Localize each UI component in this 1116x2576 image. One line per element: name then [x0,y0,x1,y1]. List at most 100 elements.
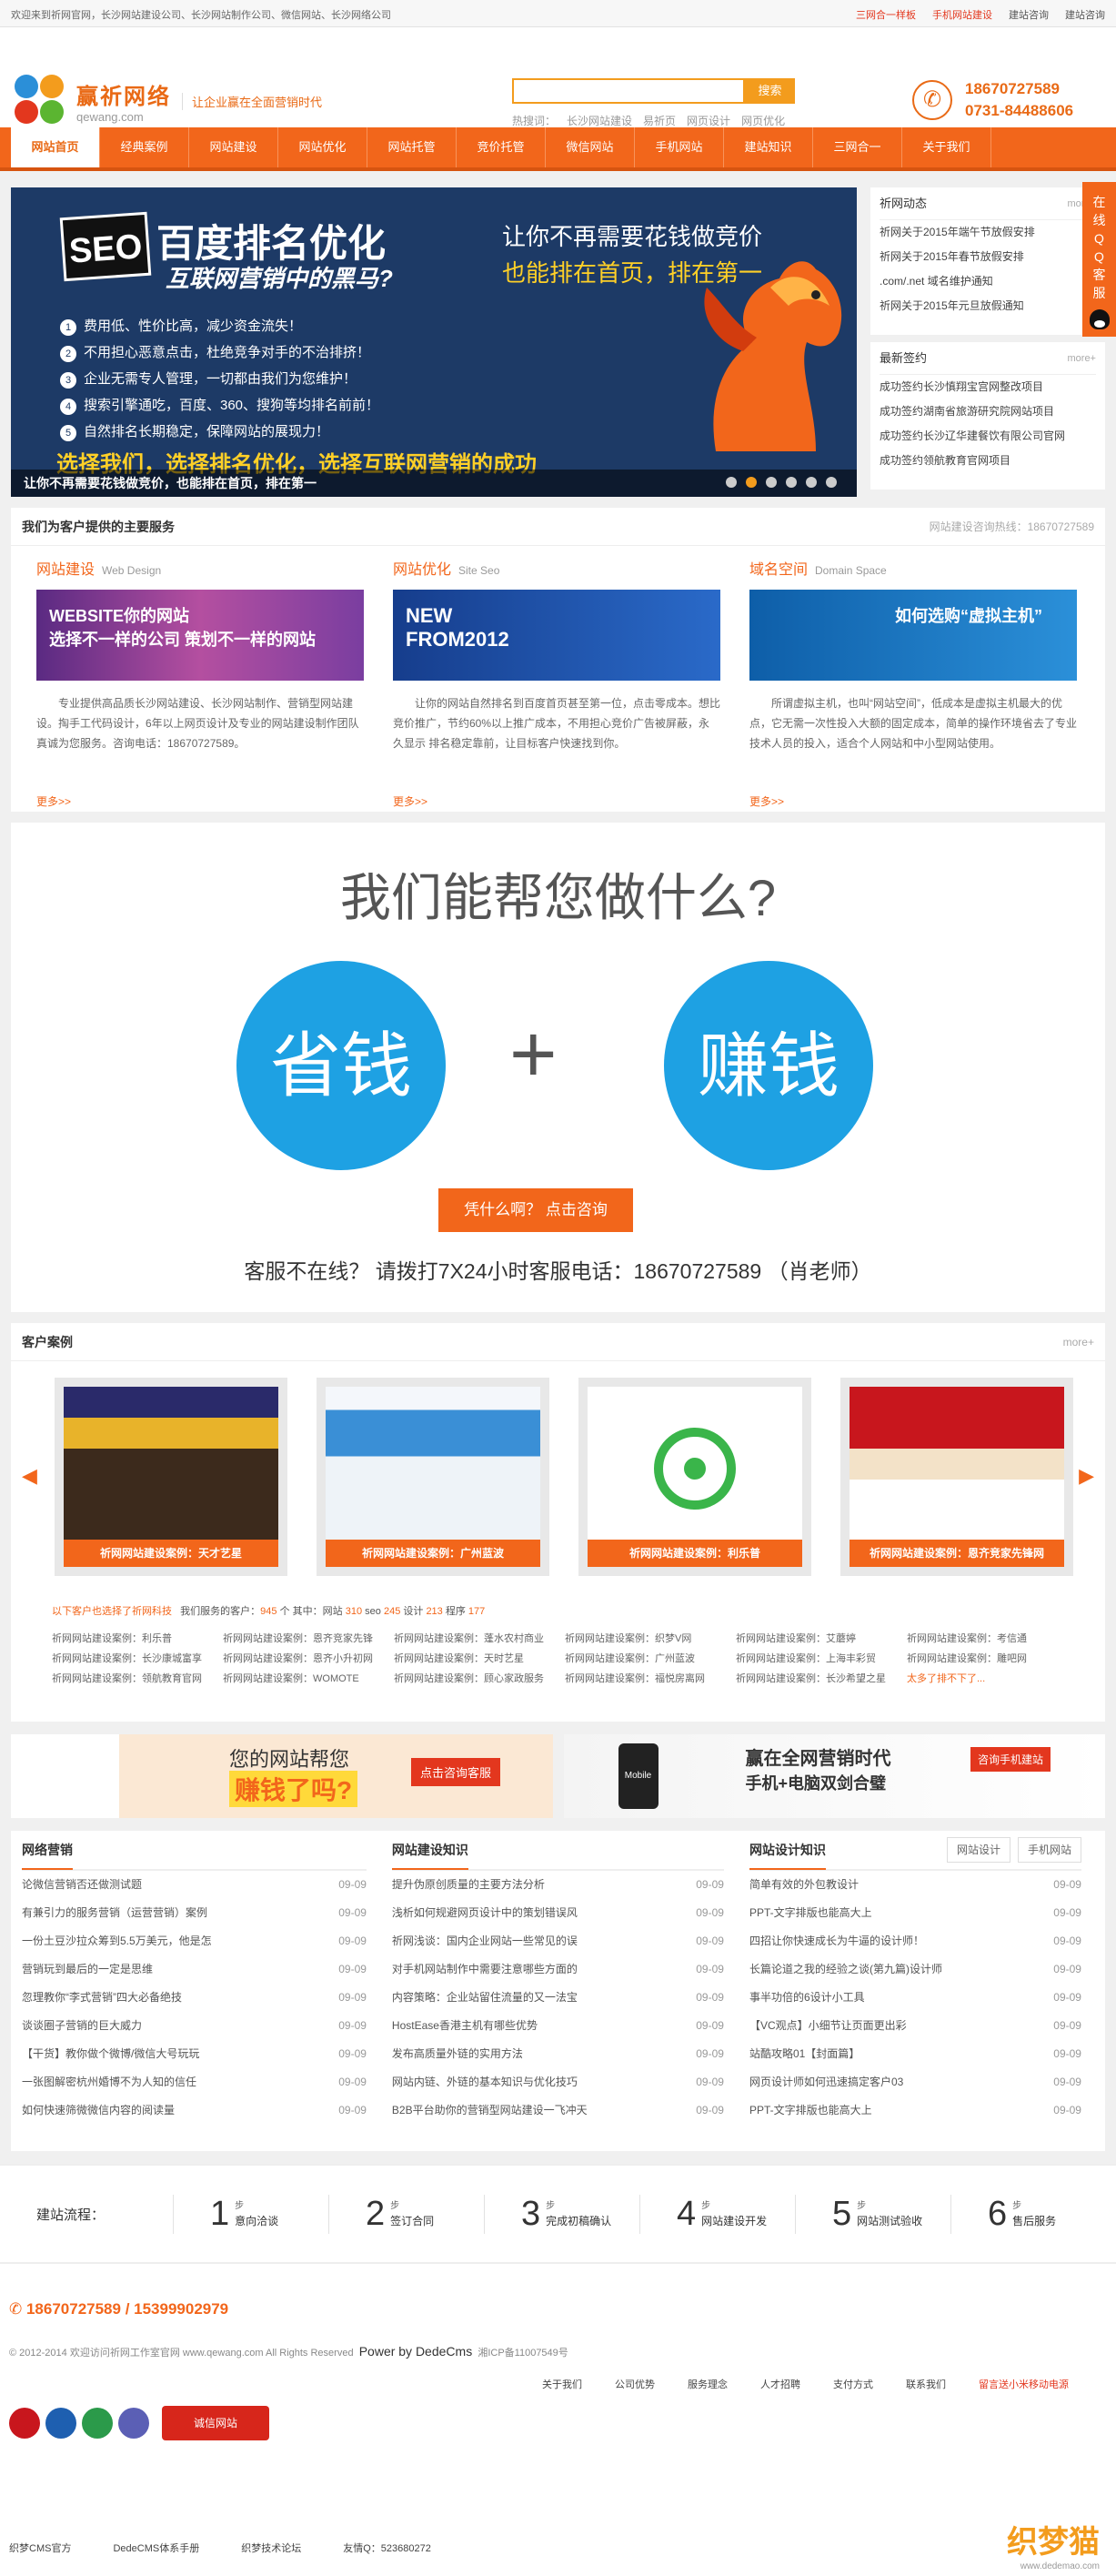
police-badge-icon[interactable] [9,2408,40,2439]
footer-link-promo[interactable]: 留言送小米移动电源 [979,2377,1069,2391]
service-more-link[interactable]: 更多>> [36,795,71,808]
nav-knowledge[interactable]: 建站知识 [724,127,813,167]
case-item[interactable]: 祈网网站建设案例：天才艺星 [55,1378,287,1576]
footer-link[interactable]: 关于我们 [542,2377,582,2391]
nav-seo[interactable]: 网站优化 [278,127,367,167]
case-link[interactable]: 祈网网站建设案例：艾蘑婷 [736,1631,907,1645]
case-link[interactable]: 祈网网站建设案例：上海丰彩贸 [736,1651,907,1665]
footer-link[interactable]: 支付方式 [833,2377,873,2391]
slide-dot-active[interactable] [746,477,757,488]
nav-bidding[interactable]: 竞价托管 [457,127,546,167]
article-row[interactable]: 忽理教你“李式营销”四大必备绝技 09-09 [22,1984,367,2012]
hot-word[interactable]: 网页优化 [741,113,785,128]
article-row[interactable]: 论微信营销否还做测试题 09-09 [22,1871,367,1899]
article-row[interactable]: 营销玩到最后的一定是思维 09-09 [22,1955,367,1984]
case-link[interactable]: 祈网网站建设案例：领航教育官网 [52,1671,223,1685]
top-link-sample[interactable]: 三网合一样板 [856,7,916,22]
article-row[interactable]: 【VC观点】小细节让页面更出彩 09-09 [749,2012,1081,2040]
ad-earn-money[interactable]: 您的网站帮您 赚钱了吗? 点击咨询客服 [11,1734,553,1818]
article-row[interactable]: 有兼引力的服务营销（运营营销）案例 09-09 [22,1899,367,1927]
case-link[interactable]: 祈网网站建设案例：顾心家政服务 [394,1671,565,1685]
service-image[interactable]: 如何选购“虚拟主机” [749,590,1077,681]
nav-web-build[interactable]: 网站建设 [189,127,278,167]
footer-link[interactable]: 公司优势 [615,2377,655,2391]
article-row[interactable]: 【干货】教你做个微博/微信大号玩玩 09-09 [22,2040,367,2068]
article-row[interactable]: PPT-文字排版也能高大上 09-09 [749,1899,1081,1927]
article-row[interactable]: 一张图解密杭州婚博不为人知的信任 09-09 [22,2068,367,2096]
case-link[interactable]: 祈网网站建设案例：广州蓝波 [565,1651,736,1665]
qq-float-button[interactable]: 在线QQ客服 [1082,182,1116,337]
signed-item[interactable]: 成功签约领航教育官网项目 [880,449,1096,473]
case-link[interactable]: 祈网网站建设案例：雕吧网 [907,1651,1078,1665]
network-badge-icon[interactable] [118,2408,149,2439]
article-row[interactable]: B2B平台助你的营销型网站建设一飞冲天 09-09 [392,2096,724,2125]
article-row[interactable]: 网站内链、外链的基本知识与优化技巧 09-09 [392,2068,724,2096]
slide-dot[interactable] [806,477,817,488]
case-link[interactable]: 祈网网站建设案例：恩齐竞家先锋 [223,1631,394,1645]
case-link[interactable]: 祈网网站建设案例：恩齐小升初网 [223,1651,394,1665]
news-item[interactable]: 祈网关于2015年端午节放假安排 [880,220,1096,245]
case-link[interactable]: 祈网网站建设案例：天时艺星 [394,1651,565,1665]
signed-item[interactable]: 成功签约湖南省旅游研究院网站项目 [880,399,1096,424]
service-more-link[interactable]: 更多>> [393,795,427,808]
article-row[interactable]: 谈谈圈子营销的巨大威力 09-09 [22,2012,367,2040]
news-item[interactable]: 祈网关于2015年春节放假安排 [880,245,1096,269]
prev-arrow-icon[interactable]: ◀ [22,1464,37,1488]
article-row[interactable]: 长篇论道之我的经验之谈(第九篇)设计师 09-09 [749,1955,1081,1984]
article-row[interactable]: 浅析如何规避网页设计中的策划错误风 09-09 [392,1899,724,1927]
footer-link[interactable]: 服务理念 [688,2377,728,2391]
hot-word[interactable]: 长沙网站建设 [567,113,632,128]
article-row[interactable]: 提升伪原创质量的主要方法分析 09-09 [392,1871,724,1899]
article-row[interactable]: 如何快速筛微微信内容的阅读量 09-09 [22,2096,367,2125]
trusted-site-badge[interactable]: 诚信网站 [162,2406,269,2440]
bottom-link[interactable]: DedeCMS体系手册 [113,2541,199,2555]
top-link-consult-2[interactable]: 建站咨询 [1065,7,1105,22]
signed-more[interactable]: more+ [1068,342,1097,374]
nav-wechat[interactable]: 微信网站 [546,127,635,167]
article-row[interactable]: 网页设计师如何迅速搞定客户03 09-09 [749,2068,1081,2096]
banner-slider[interactable]: SEO 百度排名优化 互联网营销中的黑马? 让你不再需要花钱做竞价 也能排在首页… [11,187,857,497]
service-image[interactable]: NEW FROM2012 [393,590,720,681]
case-link[interactable]: 祈网网站建设案例：福悦房离网 [565,1671,736,1685]
bottom-link[interactable]: 织梦技术论坛 [241,2541,301,2555]
article-row[interactable]: 发布高质量外链的实用方法 09-09 [392,2040,724,2068]
verify-badge-icon[interactable] [82,2408,113,2439]
news-item[interactable]: 祈网关于2015年元旦放假通知 [880,294,1096,318]
next-arrow-icon[interactable]: ▶ [1079,1464,1094,1488]
signed-item[interactable]: 成功签约长沙辽华建餐饮有限公司官网 [880,424,1096,449]
article-row[interactable]: PPT-文字排版也能高大上 09-09 [749,2096,1081,2125]
case-link[interactable]: 祈网网站建设案例：长沙希望之星 [736,1671,907,1685]
nav-three-in-one[interactable]: 三网合一 [813,127,902,167]
case-link[interactable]: 祈网网站建设案例：织梦V网 [565,1631,736,1645]
case-item[interactable]: 祈网网站建设案例：利乐普 [578,1378,811,1576]
article-row[interactable]: 简单有效的外包教设计 09-09 [749,1871,1081,1899]
article-row[interactable]: 站酷攻略01【封面篇】 09-09 [749,2040,1081,2068]
article-row[interactable]: 一份土豆沙拉众筹到5.5万美元，他是怎 09-09 [22,1927,367,1955]
tab-web-design[interactable]: 网站设计 [946,1837,1010,1863]
footer-link[interactable]: 联系我们 [906,2377,946,2391]
case-link[interactable]: 祈网网站建设案例：利乐普 [52,1631,223,1645]
service-more-link[interactable]: 更多>> [749,795,784,808]
article-row[interactable]: 祈网浅谈：国内企业网站一些常见的误 09-09 [392,1927,724,1955]
tab-mobile-site[interactable]: 手机网站 [1017,1837,1081,1863]
news-item[interactable]: .com/.net 域名维护通知 [880,269,1096,294]
article-row[interactable]: 内容策略：企业站留住流量的又一法宝 09-09 [392,1984,724,2012]
article-row[interactable]: 事半功倍的6设计小工具 09-09 [749,1984,1081,2012]
top-link-consult-1[interactable]: 建站咨询 [1009,7,1049,22]
case-item[interactable]: 祈网网站建设案例：广州蓝波 [317,1378,549,1576]
case-link-more[interactable]: 太多了排不下了... [907,1671,1078,1685]
nav-cases[interactable]: 经典案例 [100,127,189,167]
footer-link[interactable]: 人才招聘 [760,2377,800,2391]
bottom-link[interactable]: 织梦CMS官方 [9,2541,71,2555]
logo[interactable]: 赢祈网络 qewang.com [15,75,171,127]
case-link[interactable]: 祈网网站建设案例：蓬水农村商业 [394,1631,565,1645]
top-link-mobile[interactable]: 手机网站建设 [932,7,992,22]
signed-item[interactable]: 成功签约长沙慎翔宝宫网整改项目 [880,375,1096,399]
hot-word[interactable]: 网页设计 [687,113,730,128]
nav-hosting[interactable]: 网站托管 [367,127,457,167]
search-button[interactable]: 搜索 [745,78,795,104]
case-item[interactable]: 祈网网站建设案例：恩齐竞家先锋网 [840,1378,1073,1576]
case-link[interactable]: 祈网网站建设案例：考信通 [907,1631,1078,1645]
nav-about[interactable]: 关于我们 [902,127,991,167]
article-row[interactable]: HostEase香港主机有哪些优势 09-09 [392,2012,724,2040]
